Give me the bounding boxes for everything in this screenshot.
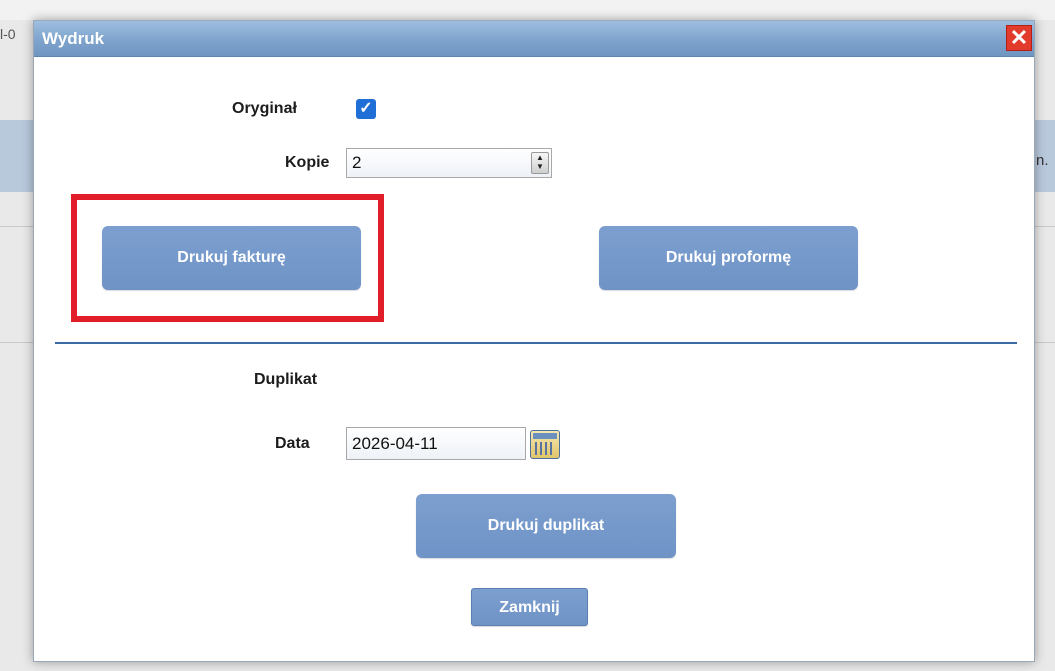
copies-spinner[interactable]: 2 ▲ ▼ — [346, 148, 552, 178]
date-field[interactable]: 2026-04-11 — [346, 427, 526, 460]
original-label: Oryginał — [232, 100, 297, 117]
close-button[interactable]: Zamknij — [471, 588, 588, 626]
background-header-strip — [0, 0, 1055, 20]
background-text-fragment: l-0 — [0, 26, 16, 42]
copies-label: Kopie — [285, 154, 330, 171]
print-proforma-button[interactable]: Drukuj proformę — [599, 226, 858, 290]
calendar-icon-grid — [535, 442, 555, 455]
spinner-arrows-icon[interactable]: ▲ ▼ — [531, 152, 549, 174]
print-duplicate-button[interactable]: Drukuj duplikat — [416, 494, 676, 558]
calendar-icon[interactable] — [530, 430, 560, 459]
print-dialog: Wydruk ✕ Oryginał ✓ Kopie 2 ▲ ▼ Drukuj fa… — [33, 20, 1035, 662]
dialog-title: Wydruk — [42, 29, 105, 48]
calendar-icon-header — [533, 433, 557, 439]
dialog-titlebar[interactable]: Wydruk ✕ — [34, 21, 1034, 57]
highlight-box — [71, 194, 384, 322]
duplicate-heading: Duplikat — [254, 371, 318, 388]
date-value[interactable]: 2026-04-11 — [352, 434, 438, 454]
copies-value[interactable]: 2 — [352, 153, 361, 173]
original-checkbox[interactable]: ✓ — [356, 99, 376, 119]
checkmark-icon: ✓ — [359, 100, 373, 117]
date-label: Data — [275, 435, 310, 452]
section-separator — [55, 342, 1017, 344]
background-text-fragment: n. — [1036, 152, 1049, 169]
close-icon[interactable]: ✕ — [1006, 25, 1032, 51]
